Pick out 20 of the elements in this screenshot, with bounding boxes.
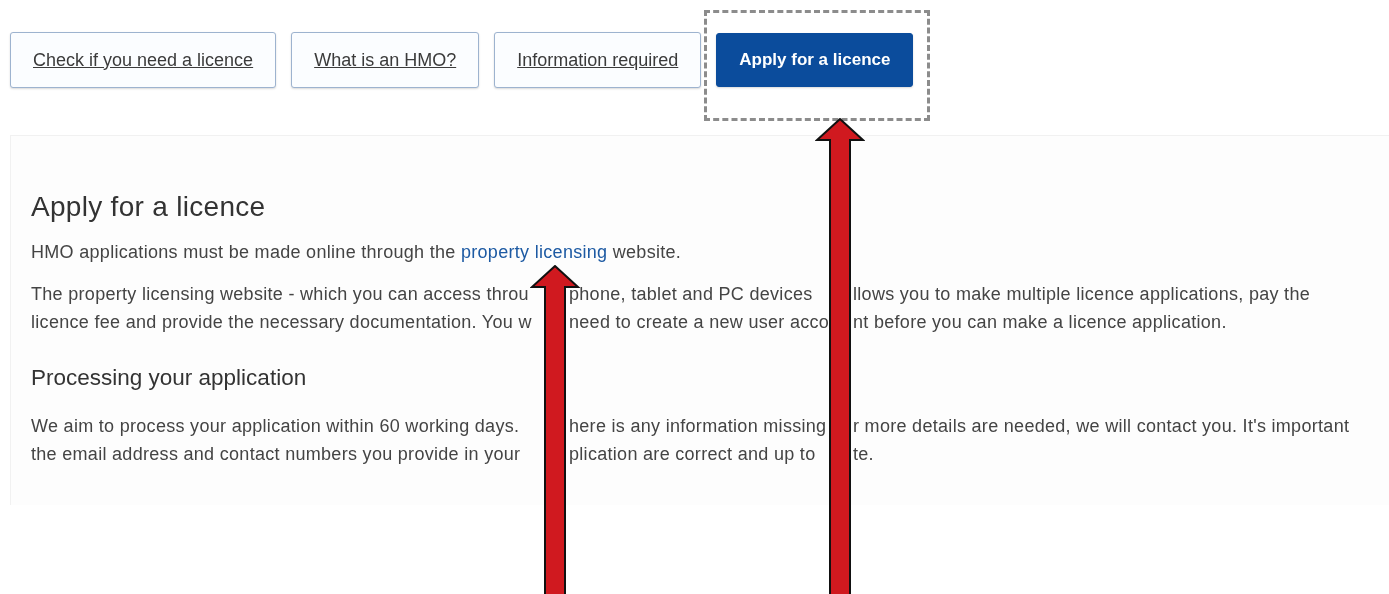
body-text: The property licensing website - which you can access throu [31,283,530,306]
intro-text: HMO applications must be made online through the property licensing website. [31,241,683,264]
nav-tab[interactable]: Check if you need a licence [10,32,277,88]
body-text: here is any information missing [568,415,828,438]
body-text: r more details are needed, we will contact you. It's important [852,415,1351,438]
page-heading: Apply for a licence [31,190,267,224]
body-text: phone, tablet and PC devices [568,283,814,306]
nav-tab[interactable]: What is an HMO? [291,32,480,88]
property-licensing-link[interactable]: property licensing [460,242,608,262]
body-text: nt before you can make a licence application. [852,311,1228,334]
section-heading: Processing your application [31,364,308,392]
body-text: need to create a new user acco [568,311,831,334]
body-text: plication are correct and up to [568,443,817,466]
nav-tab[interactable]: Apply for a licence [716,33,914,87]
body-text: the email address and contact numbers you provide in your [31,443,522,466]
nav-tab[interactable]: Information required [494,32,702,88]
body-text: We aim to process your application within 60 working days. [31,415,521,438]
body-text: llows you to make multiple licence applications, pay the [852,283,1312,306]
body-text: licence fee and provide the necessary documentation. You w [31,311,533,334]
body-text: te. [852,443,875,466]
